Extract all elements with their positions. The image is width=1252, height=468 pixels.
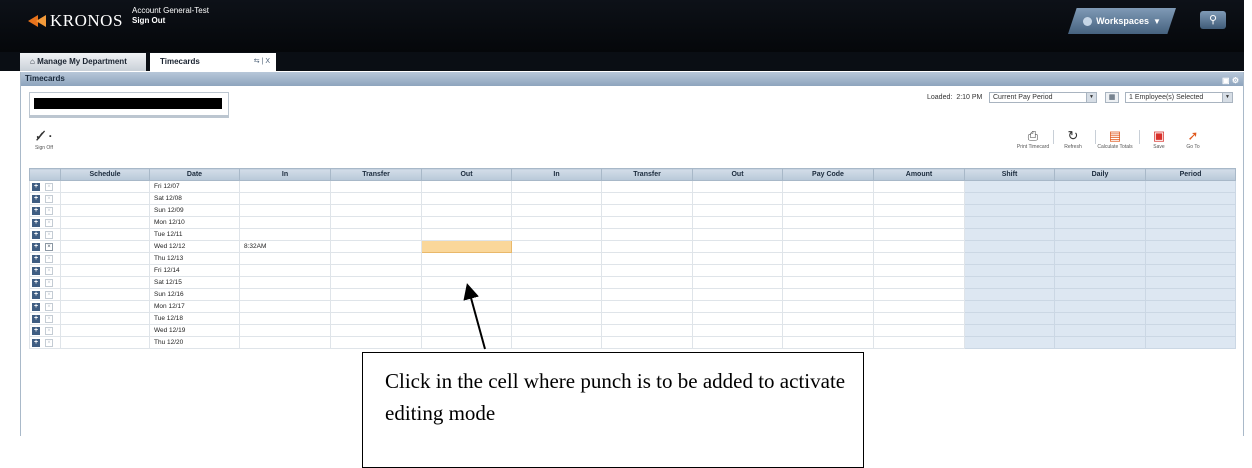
arrow-line (463, 283, 486, 350)
screen: KRONOS Account General-Test Sign Out Wor… (0, 0, 1252, 468)
instruction-callout: Click in the cell where punch is to be a… (362, 352, 864, 468)
callout-text: Click in the cell where punch is to be a… (385, 369, 846, 425)
